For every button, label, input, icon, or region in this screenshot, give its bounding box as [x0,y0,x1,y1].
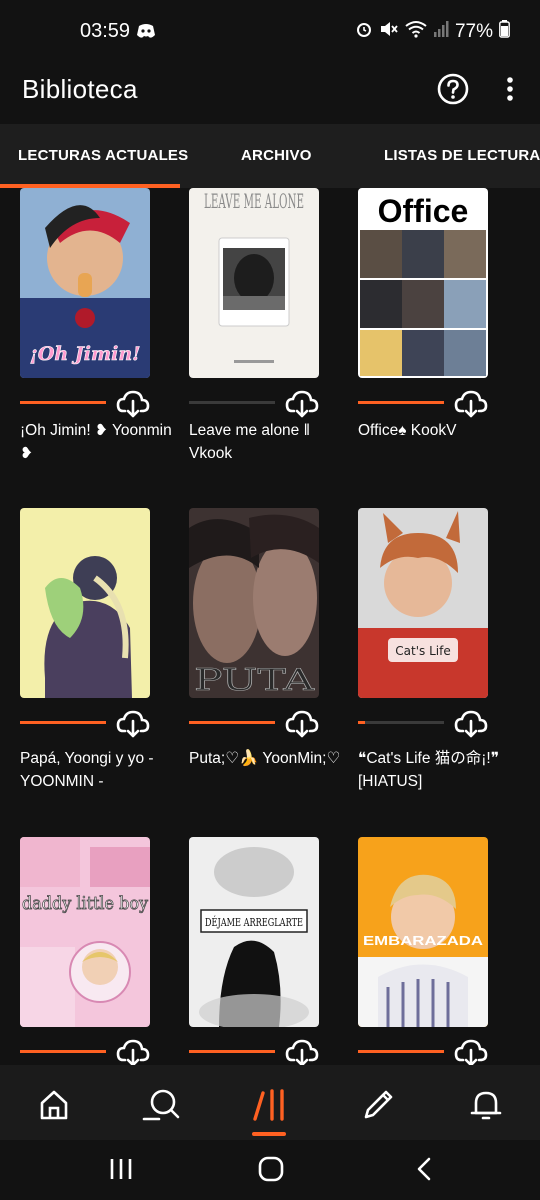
reading-progress-bar [20,721,106,724]
reading-progress-bar [358,721,444,724]
status-time: 03:59 [80,20,131,42]
reading-progress-bar [189,721,275,724]
home-system-button[interactable] [256,1154,286,1184]
download-button[interactable] [285,389,319,419]
status-bar: 03:59 77% [0,0,540,64]
story-title[interactable]: Papá, Yoongi y yo - YOONMIN - [20,747,185,793]
nav-library-button[interactable] [250,1085,290,1125]
download-cloud-icon [116,710,150,738]
download-button[interactable] [116,709,150,739]
tab-listas-de-lectura[interactable]: LISTAS DE LECTURA [384,124,540,188]
reading-progress-bar [358,1050,444,1053]
story-title[interactable]: ❝Cat's Life 猫の命¡!❞ [HIATUS] [358,747,523,793]
download-button[interactable] [116,1038,150,1065]
story-cover[interactable] [20,508,150,698]
discord-icon [136,22,156,45]
download-cloud-icon [285,390,319,418]
story-cover[interactable]: daddy little boy [20,837,150,1027]
story-cover[interactable]: LEAVE ME ALONE [189,188,319,378]
recent-apps-button[interactable] [106,1154,136,1184]
download-cloud-icon [454,390,488,418]
reading-progress-bar [20,1050,106,1053]
more-options-button[interactable] [496,72,524,106]
download-cloud-icon [285,710,319,738]
help-button[interactable] [436,72,470,106]
download-button[interactable] [285,709,319,739]
home-icon [40,1090,68,1120]
story-cover[interactable]: ¡Oh Jimin! [20,188,150,378]
story-cover[interactable]: Office [358,188,488,378]
story-cover[interactable]: DÉJAME ARREGLARTE [189,837,319,1027]
download-cloud-icon [454,1039,488,1065]
cover-title-text: LEAVE ME ALONE [204,189,304,213]
story-grid: ¡Oh Jimin! ¡Oh Jimin! ❥ Yoonmin ❥ LEAVE … [0,188,540,1065]
help-circle-icon [437,73,469,105]
cover-title-text: EMBARAZADA [363,933,484,948]
cover-title-text: Office [378,193,469,229]
write-icon [364,1090,393,1119]
bottom-navigation [0,1065,540,1140]
active-nav-indicator [252,1132,286,1136]
cover-title-text: PUTA [194,663,314,698]
discover-icon [142,1089,180,1121]
system-navigation-bar [0,1140,540,1200]
wifi-icon [405,20,427,44]
app-bar: Biblioteca [0,64,540,124]
story-cover[interactable]: PUTA [189,508,319,698]
notifications-icon [470,1091,502,1120]
nav-write-button[interactable] [358,1085,398,1125]
download-button[interactable] [285,1038,319,1065]
download-cloud-icon [116,390,150,418]
download-cloud-icon [285,1039,319,1065]
download-button[interactable] [116,389,150,419]
tab-lecturas-actuales[interactable]: LECTURAS ACTUALES [18,124,188,188]
cover-title-text: daddy little boy [22,893,149,914]
nav-notifications-button[interactable] [466,1085,506,1125]
library-icon [253,1089,284,1121]
nav-discover-button[interactable] [141,1085,181,1125]
story-title[interactable]: Puta;♡🍌 YoonMin;♡ [189,747,354,770]
alarm-icon [355,20,373,44]
reading-progress-bar [189,1050,275,1053]
story-title[interactable]: Leave me alone ‖ Vkook [189,419,354,465]
reading-progress-bar [358,401,444,404]
library-tabs: LECTURAS ACTUALES ARCHIVO LISTAS DE LECT… [0,124,540,188]
story-title[interactable]: ¡Oh Jimin! ❥ Yoonmin ❥ [20,419,185,465]
reading-progress-bar [189,401,275,404]
back-chevron-icon [417,1157,431,1181]
more-vertical-icon [507,77,513,101]
story-title[interactable]: Office♠ KookV [358,419,523,442]
download-cloud-icon [116,1039,150,1065]
cover-title-text: ¡Oh Jimin! [29,343,140,365]
story-cover[interactable]: EMBARAZADA [358,837,488,1027]
reading-progress-bar [20,401,106,404]
home-circle-icon [258,1156,284,1182]
download-cloud-icon [454,710,488,738]
cover-title-text: DÉJAME ARREGLARTE [205,915,303,929]
mute-icon [379,20,399,44]
cover-title-text: Cat's Life [395,644,450,658]
download-button[interactable] [454,1038,488,1065]
recent-apps-icon [110,1159,132,1179]
battery-icon [499,20,510,44]
battery-percent: 77% [454,21,493,42]
signal-icon [433,20,449,44]
back-button[interactable] [410,1154,440,1184]
tab-archivo[interactable]: ARCHIVO [241,124,312,188]
page-title: Biblioteca [22,74,138,104]
download-button[interactable] [454,709,488,739]
story-cover[interactable]: Cat's Life [358,508,488,698]
nav-home-button[interactable] [34,1085,74,1125]
download-button[interactable] [454,389,488,419]
